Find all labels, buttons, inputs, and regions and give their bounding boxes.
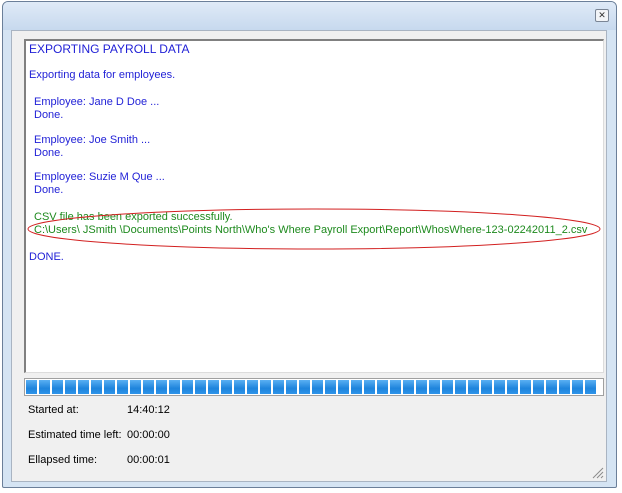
progress-segment <box>26 380 37 394</box>
progress-segment <box>416 380 427 394</box>
progress-segment <box>260 380 271 394</box>
progress-segment <box>221 380 232 394</box>
progress-segment <box>351 380 362 394</box>
dialog-client-area: EXPORTING PAYROLL DATA Exporting data fo… <box>11 30 607 482</box>
elapsed-value: 00:00:01 <box>127 454 170 466</box>
progress-segment <box>104 380 115 394</box>
progress-segment <box>455 380 466 394</box>
progress-segment <box>468 380 479 394</box>
export-progress-window: ✕ EXPORTING PAYROLL DATA Exporting data … <box>2 1 617 488</box>
estimated-label: Estimated time left: <box>28 429 122 441</box>
log-employee-2: Employee: Joe Smith ... <box>34 134 151 146</box>
progress-bar <box>24 378 604 396</box>
progress-segment <box>273 380 284 394</box>
log-intro: Exporting data for employees. <box>29 69 176 81</box>
close-button[interactable]: ✕ <box>595 9 609 22</box>
progress-segment <box>208 380 219 394</box>
progress-segment <box>585 380 596 394</box>
progress-segment <box>286 380 297 394</box>
progress-segment <box>39 380 50 394</box>
started-value: 14:40:12 <box>127 404 170 416</box>
progress-segment <box>169 380 180 394</box>
progress-fill <box>26 380 596 394</box>
progress-segment <box>143 380 154 394</box>
progress-segment <box>481 380 492 394</box>
progress-segment <box>403 380 414 394</box>
progress-segment <box>364 380 375 394</box>
csv-path-prefix: C:\Users\ <box>34 224 80 236</box>
progress-segment <box>52 380 63 394</box>
started-label: Started at: <box>28 404 79 416</box>
progress-segment <box>325 380 336 394</box>
progress-segment <box>91 380 102 394</box>
progress-segment <box>117 380 128 394</box>
progress-segment <box>156 380 167 394</box>
close-icon: ✕ <box>598 10 606 20</box>
log-csv-path: C:\Users\ JSmith \Documents\Points North… <box>34 224 587 237</box>
progress-segment <box>442 380 453 394</box>
progress-segment <box>130 380 141 394</box>
resize-grip-icon[interactable] <box>590 465 604 479</box>
progress-segment <box>195 380 206 394</box>
log-csv-message: CSV file has been exported successfully. <box>34 211 233 223</box>
log-status-3: Done. <box>34 184 64 196</box>
highlight-ellipse-annotation <box>27 208 601 250</box>
progress-segment <box>520 380 531 394</box>
log-employee-1: Employee: Jane D Doe ... <box>34 96 160 108</box>
csv-path-rest: \Documents\Points North\Who's Where Payr… <box>119 224 588 236</box>
log-heading: EXPORTING PAYROLL DATA <box>29 42 190 56</box>
export-log[interactable]: EXPORTING PAYROLL DATA Exporting data fo… <box>24 39 604 373</box>
progress-segment <box>234 380 245 394</box>
progress-segment <box>377 380 388 394</box>
estimated-value: 00:00:00 <box>127 429 170 441</box>
progress-segment <box>533 380 544 394</box>
progress-segment <box>182 380 193 394</box>
progress-segment <box>559 380 570 394</box>
progress-segment <box>312 380 323 394</box>
log-status-2: Done. <box>34 147 64 159</box>
log-employee-3: Employee: Suzie M Que ... <box>34 171 165 183</box>
progress-segment <box>78 380 89 394</box>
progress-segment <box>65 380 76 394</box>
log-status-1: Done. <box>34 109 64 121</box>
log-done: DONE. <box>29 251 64 263</box>
progress-segment <box>507 380 518 394</box>
progress-segment <box>494 380 505 394</box>
csv-path-user: JSmith <box>82 224 117 236</box>
progress-segment <box>390 380 401 394</box>
title-bar[interactable]: ✕ <box>3 2 616 30</box>
progress-segment <box>247 380 258 394</box>
progress-segment <box>338 380 349 394</box>
progress-segment <box>429 380 440 394</box>
elapsed-label: Ellapsed time: <box>28 454 98 466</box>
progress-segment <box>572 380 583 394</box>
progress-segment <box>546 380 557 394</box>
progress-segment <box>299 380 310 394</box>
